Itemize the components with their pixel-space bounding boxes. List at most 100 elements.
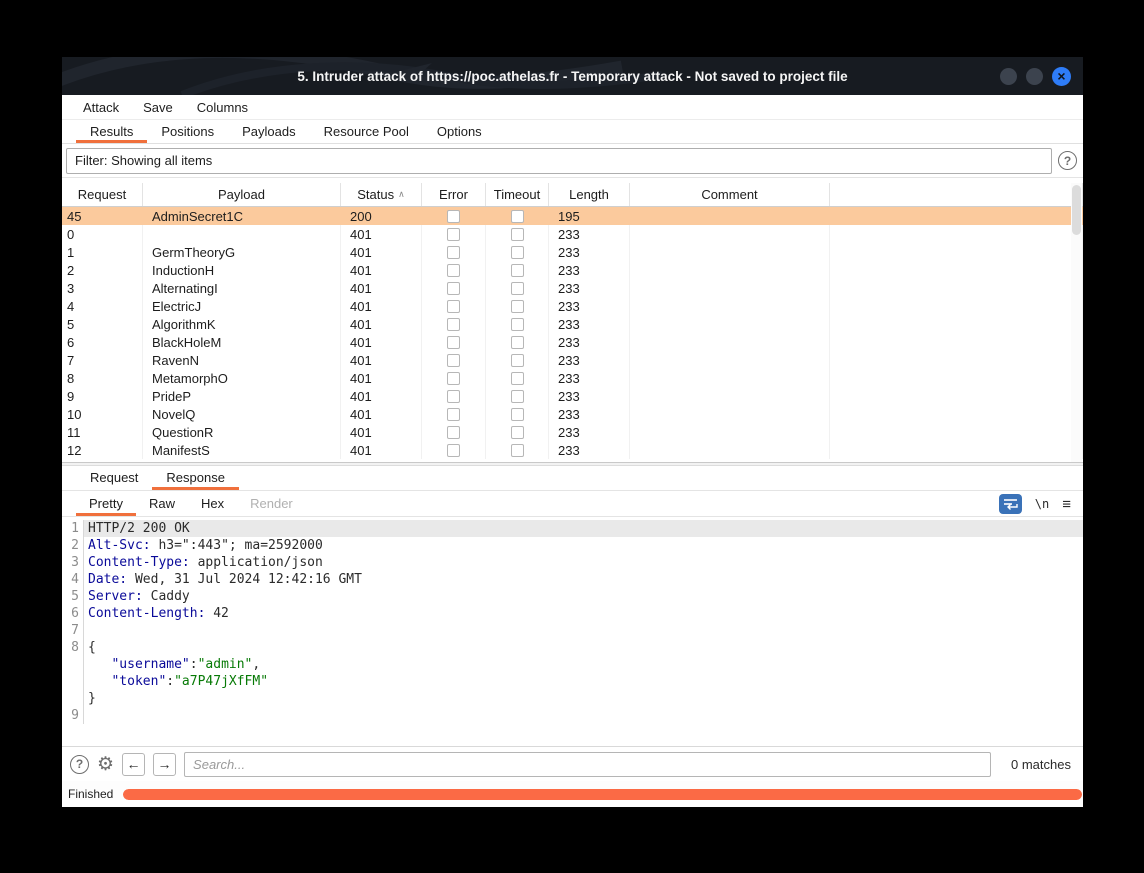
table-row[interactable]: 12ManifestS401233 [62, 441, 1083, 459]
line-number [62, 673, 84, 690]
show-newlines-icon[interactable]: \n [1035, 497, 1049, 511]
timeout-checkbox[interactable] [511, 318, 524, 331]
cell-length: 233 [549, 387, 630, 405]
error-checkbox[interactable] [447, 372, 460, 385]
tab-render: Render [237, 491, 306, 516]
table-row[interactable]: 11QuestionR401233 [62, 423, 1083, 441]
error-checkbox[interactable] [447, 336, 460, 349]
timeout-checkbox[interactable] [511, 210, 524, 223]
menu-attack[interactable]: Attack [72, 97, 130, 118]
filter-bar[interactable]: Filter: Showing all items [66, 148, 1052, 174]
tab-pretty[interactable]: Pretty [76, 491, 136, 516]
column-header-status[interactable]: Status∧ [341, 183, 422, 206]
cell-error [422, 315, 486, 333]
table-row[interactable]: 2InductionH401233 [62, 261, 1083, 279]
table-row[interactable]: 6BlackHoleM401233 [62, 333, 1083, 351]
timeout-checkbox[interactable] [511, 390, 524, 403]
sort-ascending-icon: ∧ [398, 189, 405, 200]
cell-payload: QuestionR [143, 423, 341, 441]
column-header-comment[interactable]: Comment [630, 183, 830, 206]
table-row[interactable]: 9PrideP401233 [62, 387, 1083, 405]
timeout-checkbox[interactable] [511, 246, 524, 259]
timeout-checkbox[interactable] [511, 426, 524, 439]
column-header-length[interactable]: Length [549, 183, 630, 206]
table-row[interactable]: 1GermTheoryG401233 [62, 243, 1083, 261]
pretty-print-icon[interactable] [999, 494, 1022, 514]
column-header-payload[interactable]: Payload [143, 183, 341, 206]
cell-payload: AlternatingI [143, 279, 341, 297]
error-checkbox[interactable] [447, 408, 460, 421]
error-checkbox[interactable] [447, 318, 460, 331]
table-row[interactable]: 0401233 [62, 225, 1083, 243]
error-checkbox[interactable] [447, 354, 460, 367]
help-icon[interactable]: ? [1058, 151, 1077, 170]
timeout-checkbox[interactable] [511, 372, 524, 385]
tab-hex[interactable]: Hex [188, 491, 237, 516]
view-tab-bar: Pretty Raw Hex Render \n ≡ [62, 491, 1083, 517]
timeout-checkbox[interactable] [511, 282, 524, 295]
timeout-checkbox[interactable] [511, 228, 524, 241]
tab-resource-pool[interactable]: Resource Pool [310, 120, 423, 143]
timeout-checkbox[interactable] [511, 444, 524, 457]
cell-filler [830, 225, 1083, 243]
error-checkbox[interactable] [447, 390, 460, 403]
cell-request: 8 [62, 369, 143, 387]
error-checkbox[interactable] [447, 300, 460, 313]
column-header-error[interactable]: Error [422, 183, 486, 206]
response-editor[interactable]: 1HTTP/2 200 OK2Alt-Svc: h3=":443"; ma=25… [62, 517, 1083, 746]
cell-status: 200 [341, 207, 422, 225]
error-checkbox[interactable] [447, 282, 460, 295]
error-checkbox[interactable] [447, 426, 460, 439]
table-row[interactable]: 4ElectricJ401233 [62, 297, 1083, 315]
cell-comment [630, 369, 830, 387]
tab-response[interactable]: Response [152, 466, 239, 490]
error-checkbox[interactable] [447, 444, 460, 457]
cell-length: 233 [549, 423, 630, 441]
editor-line: } [62, 690, 1083, 707]
editor-menu-icon[interactable]: ≡ [1062, 496, 1071, 513]
table-row[interactable]: 3AlternatingI401233 [62, 279, 1083, 297]
timeout-checkbox[interactable] [511, 354, 524, 367]
column-header-request[interactable]: Request [62, 183, 143, 206]
maximize-button[interactable] [1026, 68, 1043, 85]
timeout-checkbox[interactable] [511, 300, 524, 313]
tab-payloads[interactable]: Payloads [228, 120, 309, 143]
table-scrollbar[interactable] [1071, 183, 1082, 462]
minimize-button[interactable] [1000, 68, 1017, 85]
error-checkbox[interactable] [447, 246, 460, 259]
scrollbar-thumb[interactable] [1072, 185, 1081, 235]
menu-columns[interactable]: Columns [186, 97, 259, 118]
tab-results[interactable]: Results [76, 120, 147, 143]
table-row[interactable]: 45AdminSecret1C200195 [62, 207, 1083, 225]
search-settings-gear-icon[interactable]: ⚙ [97, 755, 114, 774]
cell-timeout [486, 333, 549, 351]
tab-raw[interactable]: Raw [136, 491, 188, 516]
timeout-checkbox[interactable] [511, 264, 524, 277]
cell-comment [630, 387, 830, 405]
tab-positions[interactable]: Positions [147, 120, 228, 143]
table-row[interactable]: 8MetamorphO401233 [62, 369, 1083, 387]
search-input[interactable] [184, 752, 991, 777]
table-row[interactable]: 5AlgorithmK401233 [62, 315, 1083, 333]
menu-save[interactable]: Save [132, 97, 184, 118]
next-match-button[interactable]: → [153, 753, 176, 776]
search-help-icon[interactable]: ? [70, 755, 89, 774]
table-row[interactable]: 7RavenN401233 [62, 351, 1083, 369]
tab-options[interactable]: Options [423, 120, 496, 143]
table-row[interactable]: 10NovelQ401233 [62, 405, 1083, 423]
cell-status: 401 [341, 387, 422, 405]
timeout-checkbox[interactable] [511, 336, 524, 349]
column-header-timeout[interactable]: Timeout [486, 183, 549, 206]
cell-request: 11 [62, 423, 143, 441]
tab-request[interactable]: Request [76, 466, 152, 490]
line-number: 3 [62, 554, 84, 571]
previous-match-button[interactable]: ← [122, 753, 145, 776]
cell-length: 233 [549, 333, 630, 351]
close-button[interactable]: × [1052, 67, 1071, 86]
timeout-checkbox[interactable] [511, 408, 524, 421]
error-checkbox[interactable] [447, 210, 460, 223]
cell-payload: MetamorphO [143, 369, 341, 387]
cell-payload: AdminSecret1C [143, 207, 341, 225]
error-checkbox[interactable] [447, 264, 460, 277]
error-checkbox[interactable] [447, 228, 460, 241]
